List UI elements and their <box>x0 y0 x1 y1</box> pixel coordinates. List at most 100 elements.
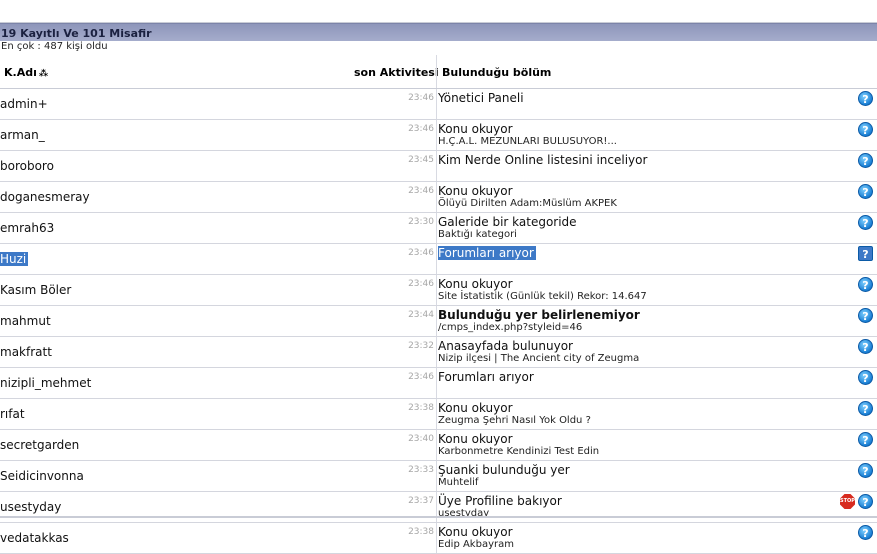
last-activity-time: 23:38 <box>408 527 434 537</box>
username-column-header[interactable]: K.Adı ⁂ <box>4 66 48 79</box>
location-cell: Şuanki bulunduğu yer Muhtelif <box>438 463 570 489</box>
location-column-header[interactable]: Bulunduğu bölüm <box>442 66 551 79</box>
last-activity-time: 23:46 <box>408 186 434 196</box>
last-activity-time: 23:38 <box>408 403 434 413</box>
username-link[interactable]: usestyday <box>0 500 61 514</box>
last-activity-time: 23:44 <box>408 310 434 320</box>
stop-icon[interactable]: STOP <box>840 494 855 509</box>
location-detail-link[interactable]: Muhtelif <box>438 477 570 489</box>
last-activity-time: 23:40 <box>408 434 434 444</box>
help-icon[interactable]: ? <box>858 401 873 416</box>
username-link[interactable]: Huzi <box>0 252 29 266</box>
last-activity-time: 23:46 <box>408 372 434 382</box>
table-row: doganesmeray 23:46 Konu okuyor Ölüyü Dir… <box>0 182 877 213</box>
location-text: Yönetici Paneli <box>438 91 524 105</box>
location-detail-link[interactable]: H.Ç.A.L. MEZUNLARI BULUSUYOR!... <box>438 136 617 148</box>
help-icon[interactable]: ? <box>857 245 874 262</box>
username-link[interactable]: admin+ <box>0 97 48 111</box>
table-row: boroboro 23:45 Kim Nerde Online listesin… <box>0 151 877 182</box>
column-divider <box>436 306 437 336</box>
username-link[interactable]: boroboro <box>0 159 54 173</box>
table-row-selected: Huzi 23:46 Forumları arıyor ? <box>0 244 877 275</box>
table-row: usestyday 23:37 Üye Profiline bakıyor us… <box>0 492 877 523</box>
location-detail-link[interactable]: Edip Akbayram <box>438 539 514 551</box>
username-link[interactable]: mahmut <box>0 314 51 328</box>
online-users-list: admin+ 23:46 Yönetici Paneli ? arman_ 23… <box>0 89 877 554</box>
username-link[interactable]: makfratt <box>0 345 52 359</box>
username-link[interactable]: Kasım Böler <box>0 283 71 297</box>
column-divider <box>436 275 437 305</box>
location-cell: Kim Nerde Online listesini inceliyor <box>438 153 647 167</box>
last-activity-time: 23:46 <box>408 124 434 134</box>
username-link[interactable]: doganesmeray <box>0 190 90 204</box>
username-text[interactable]: Huzi <box>0 252 29 266</box>
top-spacer <box>0 0 877 23</box>
last-activity-time: 23:46 <box>408 248 434 258</box>
table-row: Kasım Böler 23:46 Konu okuyor Site İstat… <box>0 275 877 306</box>
location-detail-link[interactable]: Site İstatistik (Günlük tekil) Rekor: 14… <box>438 291 647 303</box>
online-count-title: 19 Kayıtlı Ve 101 Misafir <box>1 27 152 40</box>
online-record-text: En çok : 487 kişi oldu <box>1 41 108 52</box>
location-cell: Forumları arıyor <box>438 246 536 260</box>
sort-icon[interactable]: ⁂ <box>39 69 48 79</box>
column-divider <box>436 151 437 181</box>
location-cell: Konu okuyor Karbonmetre Kendinizi Test E… <box>438 432 599 458</box>
username-link[interactable]: arman_ <box>0 128 45 142</box>
help-icon[interactable]: ? <box>858 153 873 168</box>
table-row: nizipli_mehmet 23:46 Forumları arıyor ? <box>0 368 877 399</box>
help-icon[interactable]: ? <box>858 432 873 447</box>
column-divider <box>436 244 437 274</box>
column-divider <box>436 368 437 398</box>
help-icon[interactable]: ? <box>858 308 873 323</box>
help-icon[interactable]: ? <box>858 122 873 137</box>
location-detail-link[interactable]: /cmps_index.php?styleid=46 <box>438 322 640 334</box>
table-row: arman_ 23:46 Konu okuyor H.Ç.A.L. MEZUNL… <box>0 120 877 151</box>
last-activity-time: 23:46 <box>408 93 434 103</box>
location-detail-link[interactable]: Karbonmetre Kendinizi Test Edin <box>438 446 599 458</box>
last-activity-time: 23:30 <box>408 217 434 227</box>
location-text: Konu okuyor <box>438 401 513 415</box>
location-text: Üye Profiline bakıyor <box>438 494 562 508</box>
help-icon[interactable]: ? <box>858 494 873 509</box>
help-icon[interactable]: ? <box>858 463 873 478</box>
table-row: rıfat 23:38 Konu okuyor Zeugma Şehri Nas… <box>0 399 877 430</box>
location-cell: Galeride bir kategoride Baktığı kategori <box>438 215 577 241</box>
location-detail-link[interactable]: Ölüyü Dirilten Adam:Müslüm AKPEK <box>438 198 617 210</box>
location-detail-link[interactable]: Nizip ilçesi | The Ancient city of Zeugm… <box>438 353 639 365</box>
table-row: vedatakkas 23:38 Konu okuyor Edip Akbayr… <box>0 523 877 554</box>
column-divider <box>436 89 437 119</box>
username-link[interactable]: rıfat <box>0 407 25 421</box>
help-icon[interactable]: ? <box>858 339 873 354</box>
column-divider <box>436 213 437 243</box>
location-cell: Forumları arıyor <box>438 370 534 384</box>
activity-column-header[interactable]: son Aktivitesi <box>354 66 439 79</box>
help-icon[interactable]: ? <box>858 277 873 292</box>
help-icon[interactable]: ? <box>858 184 873 199</box>
location-text: Konu okuyor <box>438 184 513 198</box>
location-text: Kim Nerde Online listesini inceliyor <box>438 153 648 167</box>
username-link[interactable]: Seidicinvonna <box>0 469 84 483</box>
username-header-label[interactable]: K.Adı <box>4 66 37 79</box>
username-link[interactable]: nizipli_mehmet <box>0 376 91 390</box>
username-link[interactable]: secretgarden <box>0 438 79 452</box>
username-link[interactable]: vedatakkas <box>0 531 69 545</box>
table-row: mahmut 23:44 Bulunduğu yer belirlenemiyo… <box>0 306 877 337</box>
location-text: Galeride bir kategoride <box>438 215 577 229</box>
column-divider <box>436 182 437 212</box>
help-icon[interactable]: ? <box>858 525 873 540</box>
location-detail-link[interactable]: usestyday <box>438 508 562 520</box>
location-cell: Konu okuyor Ölüyü Dirilten Adam:Müslüm A… <box>438 184 617 210</box>
location-detail-link[interactable]: Zeugma Şehri Nasıl Yok Oldu ? <box>438 415 591 427</box>
help-icon[interactable]: ? <box>858 370 873 385</box>
bottom-divider <box>0 516 877 518</box>
username-link[interactable]: emrah63 <box>0 221 54 235</box>
location-cell: Yönetici Paneli <box>438 91 524 105</box>
location-detail-link[interactable]: Baktığı kategori <box>438 229 577 241</box>
location-cell: Konu okuyor H.Ç.A.L. MEZUNLARI BULUSUYOR… <box>438 122 617 148</box>
table-row: makfratt 23:32 Anasayfada bulunuyor Nizi… <box>0 337 877 368</box>
last-activity-time: 23:32 <box>408 341 434 351</box>
help-icon[interactable]: ? <box>858 215 873 230</box>
location-text: Konu okuyor <box>438 432 513 446</box>
location-text: Forumları arıyor <box>438 370 534 384</box>
help-icon[interactable]: ? <box>858 91 873 106</box>
